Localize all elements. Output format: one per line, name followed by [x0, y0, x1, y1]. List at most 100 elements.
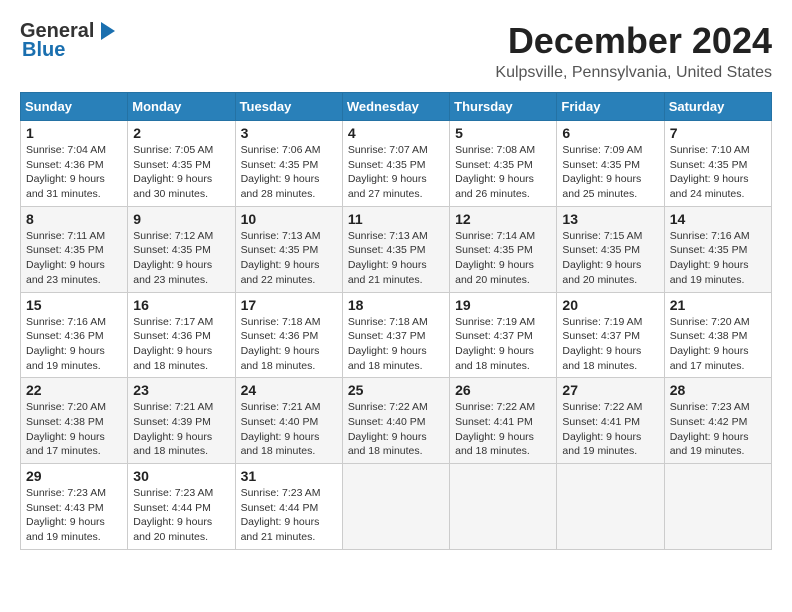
day-number: 4 — [348, 125, 444, 141]
calendar-cell: 5 Sunrise: 7:08 AMSunset: 4:35 PMDaylight… — [450, 121, 557, 207]
day-info: Sunrise: 7:16 AMSunset: 4:36 PMDaylight:… — [26, 316, 106, 372]
calendar-week-row: 8 Sunrise: 7:11 AMSunset: 4:35 PMDaylight… — [21, 206, 772, 292]
day-info: Sunrise: 7:18 AMSunset: 4:37 PMDaylight:… — [348, 316, 428, 372]
calendar-week-row: 1 Sunrise: 7:04 AMSunset: 4:36 PMDaylight… — [21, 121, 772, 207]
day-info: Sunrise: 7:06 AMSunset: 4:35 PMDaylight:… — [241, 144, 321, 200]
calendar-cell: 7Sunrise: 7:10 AMSunset: 4:35 PMDaylight… — [664, 121, 771, 207]
day-number: 14 — [670, 211, 766, 227]
calendar-cell: 1 Sunrise: 7:04 AMSunset: 4:36 PMDaylight… — [21, 121, 128, 207]
calendar-cell: 29Sunrise: 7:23 AMSunset: 4:43 PMDayligh… — [21, 464, 128, 550]
day-number: 26 — [455, 382, 551, 398]
calendar-cell: 17Sunrise: 7:18 AMSunset: 4:36 PMDayligh… — [235, 292, 342, 378]
day-number: 31 — [241, 468, 337, 484]
calendar-cell: 15 Sunrise: 7:16 AMSunset: 4:36 PMDayligh… — [21, 292, 128, 378]
day-info: Sunrise: 7:08 AMSunset: 4:35 PMDaylight:… — [455, 144, 535, 200]
day-info: Sunrise: 7:09 AMSunset: 4:35 PMDaylight:… — [562, 144, 642, 200]
day-number: 13 — [562, 211, 658, 227]
calendar-cell: 3 Sunrise: 7:06 AMSunset: 4:35 PMDaylight… — [235, 121, 342, 207]
calendar-cell — [450, 464, 557, 550]
day-number: 10 — [241, 211, 337, 227]
day-info: Sunrise: 7:04 AMSunset: 4:36 PMDaylight:… — [26, 144, 106, 200]
day-info: Sunrise: 7:14 AMSunset: 4:35 PMDaylight:… — [455, 230, 535, 286]
month-title: December 2024 — [495, 20, 772, 62]
day-of-week-header: Wednesday — [342, 93, 449, 121]
day-number: 23 — [133, 382, 229, 398]
logo: General Blue — [20, 20, 119, 60]
calendar-cell — [557, 464, 664, 550]
day-of-week-header: Tuesday — [235, 93, 342, 121]
day-number: 15 — [26, 297, 122, 313]
day-info: Sunrise: 7:20 AMSunset: 4:38 PMDaylight:… — [26, 401, 106, 457]
day-number: 6 — [562, 125, 658, 141]
calendar-cell: 10 Sunrise: 7:13 AMSunset: 4:35 PMDayligh… — [235, 206, 342, 292]
calendar-cell: 31 Sunrise: 7:23 AMSunset: 4:44 PMDayligh… — [235, 464, 342, 550]
day-info: Sunrise: 7:16 AMSunset: 4:35 PMDaylight:… — [670, 230, 750, 286]
calendar-cell: 18 Sunrise: 7:18 AMSunset: 4:37 PMDayligh… — [342, 292, 449, 378]
day-info: Sunrise: 7:19 AMSunset: 4:37 PMDaylight:… — [562, 316, 642, 372]
day-info: Sunrise: 7:19 AMSunset: 4:37 PMDaylight:… — [455, 316, 535, 372]
calendar-cell: 8 Sunrise: 7:11 AMSunset: 4:35 PMDaylight… — [21, 206, 128, 292]
calendar-cell: 30Sunrise: 7:23 AMSunset: 4:44 PMDayligh… — [128, 464, 235, 550]
calendar-cell: 2 Sunrise: 7:05 AMSunset: 4:35 PMDaylight… — [128, 121, 235, 207]
day-number: 19 — [455, 297, 551, 313]
calendar-cell: 12 Sunrise: 7:14 AMSunset: 4:35 PMDayligh… — [450, 206, 557, 292]
page-header: General Blue December 2024 Kulpsville, P… — [20, 20, 772, 82]
day-info: Sunrise: 7:23 AMSunset: 4:44 PMDaylight:… — [241, 487, 321, 543]
day-info: Sunrise: 7:18 AMSunset: 4:36 PMDaylight:… — [241, 316, 321, 372]
day-info: Sunrise: 7:20 AMSunset: 4:38 PMDaylight:… — [670, 316, 750, 372]
day-info: Sunrise: 7:22 AMSunset: 4:41 PMDaylight:… — [562, 401, 642, 457]
day-number: 5 — [455, 125, 551, 141]
calendar-cell: 11Sunrise: 7:13 AMSunset: 4:35 PMDayligh… — [342, 206, 449, 292]
day-info: Sunrise: 7:15 AMSunset: 4:35 PMDaylight:… — [562, 230, 642, 286]
day-info: Sunrise: 7:13 AMSunset: 4:35 PMDaylight:… — [348, 230, 428, 286]
day-number: 30 — [133, 468, 229, 484]
calendar-week-row: 22 Sunrise: 7:20 AMSunset: 4:38 PMDayligh… — [21, 378, 772, 464]
calendar-cell: 24 Sunrise: 7:21 AMSunset: 4:40 PMDayligh… — [235, 378, 342, 464]
calendar-cell: 28Sunrise: 7:23 AMSunset: 4:42 PMDayligh… — [664, 378, 771, 464]
day-info: Sunrise: 7:12 AMSunset: 4:35 PMDaylight:… — [133, 230, 213, 286]
calendar-cell: 19 Sunrise: 7:19 AMSunset: 4:37 PMDayligh… — [450, 292, 557, 378]
day-info: Sunrise: 7:17 AMSunset: 4:36 PMDaylight:… — [133, 316, 213, 372]
day-info: Sunrise: 7:13 AMSunset: 4:35 PMDaylight:… — [241, 230, 321, 286]
calendar-cell: 13 Sunrise: 7:15 AMSunset: 4:35 PMDayligh… — [557, 206, 664, 292]
day-number: 8 — [26, 211, 122, 227]
day-info: Sunrise: 7:21 AMSunset: 4:40 PMDaylight:… — [241, 401, 321, 457]
day-number: 12 — [455, 211, 551, 227]
day-info: Sunrise: 7:22 AMSunset: 4:40 PMDaylight:… — [348, 401, 428, 457]
calendar-cell: 22 Sunrise: 7:20 AMSunset: 4:38 PMDayligh… — [21, 378, 128, 464]
day-number: 2 — [133, 125, 229, 141]
calendar-cell: 4Sunrise: 7:07 AMSunset: 4:35 PMDaylight… — [342, 121, 449, 207]
day-number: 25 — [348, 382, 444, 398]
day-of-week-header: Sunday — [21, 93, 128, 121]
calendar-cell: 16 Sunrise: 7:17 AMSunset: 4:36 PMDayligh… — [128, 292, 235, 378]
day-info: Sunrise: 7:22 AMSunset: 4:41 PMDaylight:… — [455, 401, 535, 457]
day-of-week-header: Saturday — [664, 93, 771, 121]
logo-general-text: General — [20, 21, 94, 41]
day-number: 1 — [26, 125, 122, 141]
calendar-week-row: 15 Sunrise: 7:16 AMSunset: 4:36 PMDayligh… — [21, 292, 772, 378]
day-number: 29 — [26, 468, 122, 484]
calendar-header-row: SundayMondayTuesdayWednesdayThursdayFrid… — [21, 93, 772, 121]
logo-arrow-icon — [97, 20, 119, 42]
calendar-cell: 25 Sunrise: 7:22 AMSunset: 4:40 PMDayligh… — [342, 378, 449, 464]
calendar-cell — [664, 464, 771, 550]
calendar-cell: 21Sunrise: 7:20 AMSunset: 4:38 PMDayligh… — [664, 292, 771, 378]
day-number: 20 — [562, 297, 658, 313]
day-number: 18 — [348, 297, 444, 313]
day-number: 22 — [26, 382, 122, 398]
calendar-week-row: 29Sunrise: 7:23 AMSunset: 4:43 PMDayligh… — [21, 464, 772, 550]
day-info: Sunrise: 7:11 AMSunset: 4:35 PMDaylight:… — [26, 230, 105, 286]
day-number: 16 — [133, 297, 229, 313]
day-info: Sunrise: 7:05 AMSunset: 4:35 PMDaylight:… — [133, 144, 213, 200]
calendar-cell: 27Sunrise: 7:22 AMSunset: 4:41 PMDayligh… — [557, 378, 664, 464]
day-of-week-header: Thursday — [450, 93, 557, 121]
day-info: Sunrise: 7:10 AMSunset: 4:35 PMDaylight:… — [670, 144, 750, 200]
title-area: December 2024 Kulpsville, Pennsylvania, … — [495, 20, 772, 82]
day-number: 3 — [241, 125, 337, 141]
calendar-cell: 23Sunrise: 7:21 AMSunset: 4:39 PMDayligh… — [128, 378, 235, 464]
calendar-cell: 14 Sunrise: 7:16 AMSunset: 4:35 PMDayligh… — [664, 206, 771, 292]
location-text: Kulpsville, Pennsylvania, United States — [495, 64, 772, 82]
day-number: 24 — [241, 382, 337, 398]
day-of-week-header: Monday — [128, 93, 235, 121]
day-number: 28 — [670, 382, 766, 398]
